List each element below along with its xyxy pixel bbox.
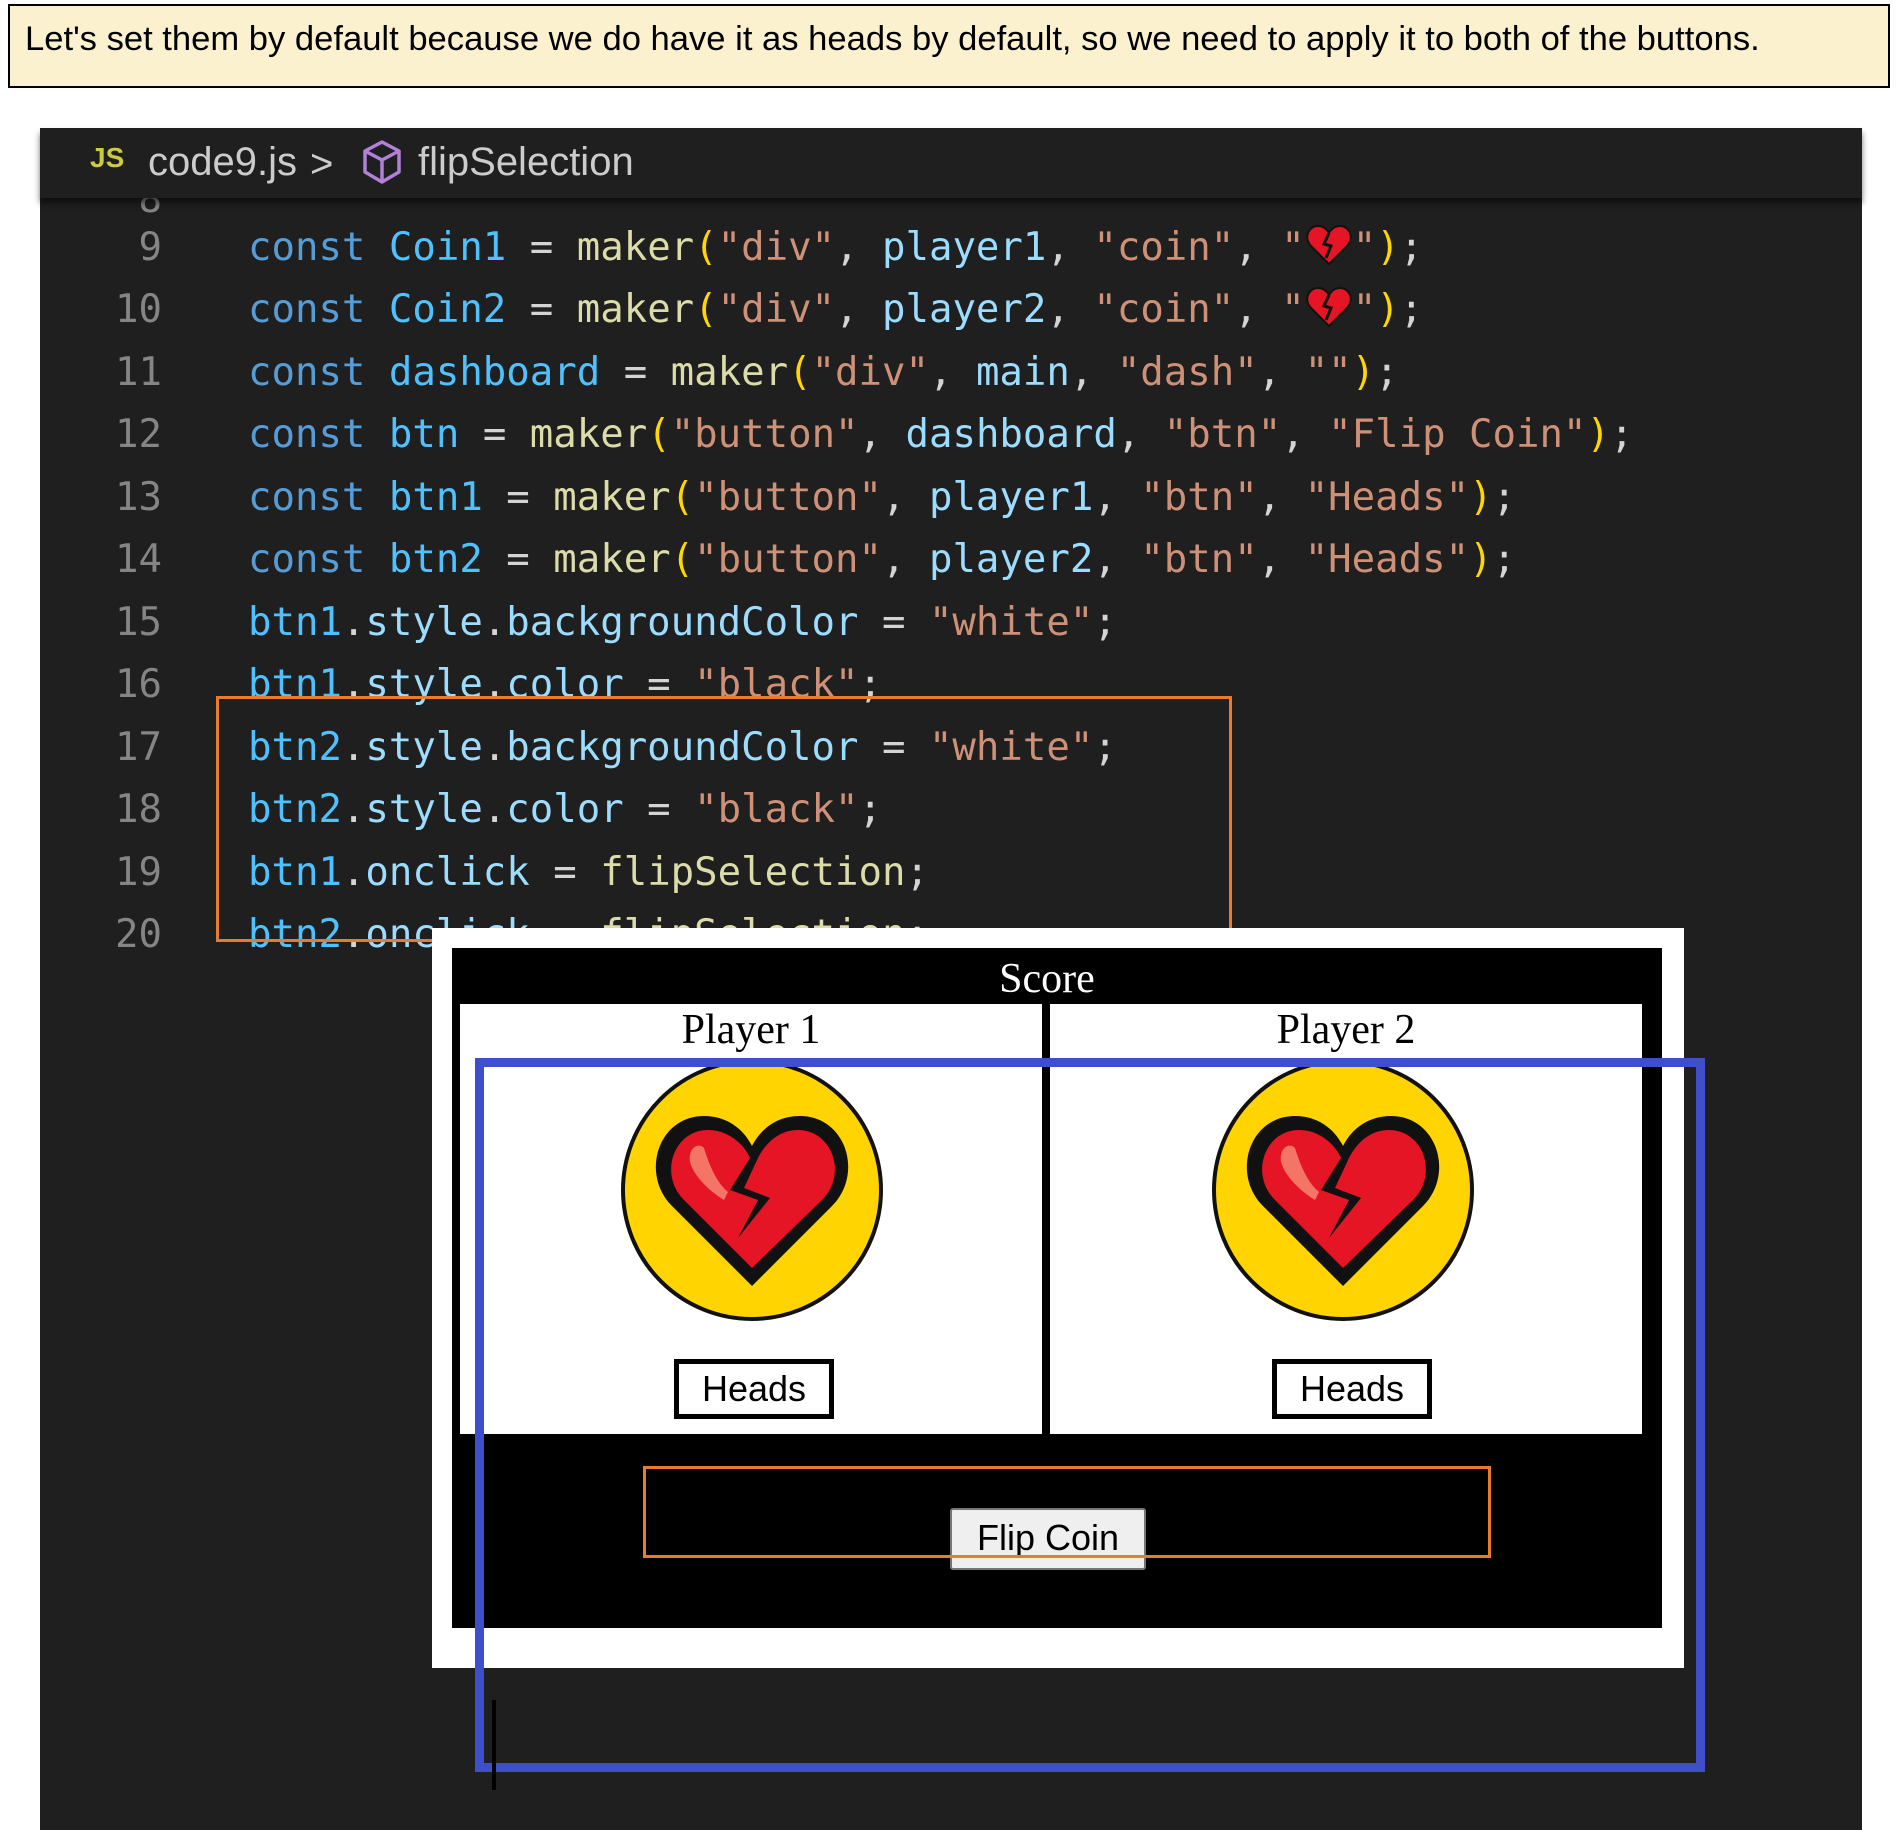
- line-number: 10: [115, 287, 162, 332]
- code-text: const btn = maker("button", dashboard, "…: [248, 412, 1634, 457]
- code-text: const dashboard = maker("div", main, "da…: [248, 350, 1399, 395]
- code-line: 15 btn1.style.backgroundColor = "white";: [40, 591, 1862, 654]
- code-line: 13 const btn1 = maker("button", player1,…: [40, 466, 1862, 529]
- line-number: 20: [115, 912, 162, 957]
- line-number: 16: [115, 662, 162, 707]
- code-text: const btn1 = maker("button", player1, "b…: [248, 475, 1517, 520]
- breadcrumb: JS code9.js > flipSelection: [40, 128, 1862, 198]
- caption-banner: Let's set them by default because we do …: [8, 4, 1890, 88]
- code-line: 10 const Coin2 = maker("div", player2, "…: [40, 278, 1862, 341]
- code-text: const Coin2 = maker("div", player2, "coi…: [248, 286, 1424, 332]
- chevron-right-icon: >: [310, 142, 334, 186]
- line-number: 14: [115, 537, 162, 582]
- line-number: 18: [115, 787, 162, 832]
- broken-heart-icon: [1306, 224, 1352, 266]
- js-file-icon: JS: [90, 142, 125, 173]
- code-line: 11 const dashboard = maker("div", main, …: [40, 341, 1862, 404]
- code-highlight-box: [216, 696, 1232, 942]
- line-number: 15: [115, 600, 162, 645]
- line-number: 17: [115, 725, 162, 770]
- line-number: 9: [138, 225, 162, 270]
- broken-heart-icon: [1306, 286, 1352, 328]
- breadcrumb-file[interactable]: code9.js: [148, 140, 297, 185]
- frame-edge: [492, 1700, 496, 1790]
- code-line: 12 const btn = maker("button", dashboard…: [40, 403, 1862, 466]
- code-text: const Coin1 = maker("div", player1, "coi…: [248, 224, 1424, 270]
- breadcrumb-symbol[interactable]: flipSelection: [418, 140, 634, 185]
- line-number: 12: [115, 412, 162, 457]
- player-2-name: Player 2: [1276, 1007, 1416, 1053]
- line-number: 19: [115, 850, 162, 895]
- line-number: 13: [115, 475, 162, 520]
- preview-frame: [475, 1058, 1705, 1772]
- line-number: 11: [115, 350, 162, 395]
- code-text: const btn2 = maker("button", player2, "b…: [248, 537, 1517, 582]
- cube-icon: [363, 140, 401, 184]
- code-text: btn1.style.backgroundColor = "white";: [248, 600, 1117, 645]
- code-line: 14 const btn2 = maker("button", player2,…: [40, 528, 1862, 591]
- code-line: 9 const Coin1 = maker("div", player1, "c…: [40, 216, 1862, 279]
- player-1-name: Player 1: [681, 1007, 821, 1053]
- score-title: Score: [999, 956, 1095, 1002]
